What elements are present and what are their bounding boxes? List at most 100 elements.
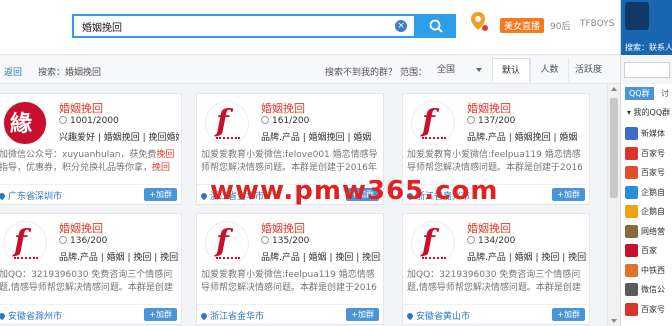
join-group-button[interactable]: +加群 — [144, 308, 177, 321]
search-button[interactable] — [416, 14, 456, 38]
tab-qq-groups[interactable]: QQ群 — [625, 87, 654, 100]
pin-icon — [199, 311, 209, 321]
group-name: 百家号 — [641, 168, 665, 177]
group-list: 新媒体 百家号 百家号 企鹅自 企鹅自 网络营 百家 中铁西 微信公 百家号 — [621, 124, 672, 319]
desc-part: 加微信公众号：xuyuanhulan，获免费 — [0, 150, 157, 160]
tab-discussion[interactable]: 讨 — [661, 88, 669, 99]
group-card[interactable]: f 婚姻挽回 135/200 品牌.产品 | 婚姻 | 挽回 | 挽回婚姻 加爱… — [196, 213, 384, 325]
group-location: 安徽省黄山市 — [405, 309, 470, 322]
pin-icon — [199, 191, 209, 201]
search-icon — [429, 19, 443, 33]
results-scrollbar[interactable] — [607, 84, 620, 326]
back-link[interactable]: 返回 — [4, 65, 22, 78]
search-box[interactable]: × — [72, 14, 416, 38]
avatar[interactable] — [625, 2, 649, 30]
pin-icon — [0, 191, 7, 201]
group-location: 广东省深圳市 — [0, 189, 62, 202]
member-count-value: 1001/2000 — [70, 116, 119, 126]
member-count-value: 134/200 — [478, 236, 516, 246]
group-card[interactable]: f 婚姻挽回 134/200 品牌.产品 | 婚姻 | 挽回 | 挽回婚姻 加Q… — [402, 213, 590, 325]
member-count: 134/200 — [467, 236, 515, 246]
group-description: 加QQ：3219396030 免费咨询三个情感问题,情感导师帮您解决情感问题。本… — [0, 270, 173, 293]
group-avatar — [625, 146, 638, 160]
group-title[interactable]: 婚姻挽回 — [261, 220, 305, 236]
group-avatar: f — [3, 221, 47, 265]
member-count: 135/200 — [261, 236, 309, 246]
list-item[interactable]: 百家号 — [621, 163, 672, 183]
group-avatar: 緣 — [3, 101, 47, 145]
tab-members[interactable]: 人数 — [530, 58, 568, 82]
member-count: 1001/2000 — [59, 116, 119, 126]
group-avatar — [625, 185, 638, 199]
hot-tag-90s[interactable]: 90后 — [550, 19, 570, 32]
group-location: 浙江省金华市 — [199, 309, 264, 322]
join-group-button[interactable]: +加群 — [552, 188, 585, 201]
scroll-up-icon[interactable] — [611, 87, 617, 91]
group-name: 企鹅自 — [641, 187, 665, 197]
member-count: 161/200 — [261, 116, 309, 126]
group-avatar — [625, 127, 638, 140]
group-title[interactable]: 婚姻挽回 — [261, 100, 305, 116]
member-count-value: 137/200 — [478, 116, 516, 126]
group-name: 网络营 — [641, 226, 665, 236]
group-title[interactable]: 婚姻挽回 — [467, 220, 511, 236]
list-item[interactable]: 新媒体 — [621, 124, 672, 144]
user-icon — [467, 116, 475, 124]
search-breadcrumb: 搜索：婚姻挽回 — [38, 68, 102, 78]
group-card[interactable]: 緣 婚姻挽回 1001/2000 兴趣爱好 | 婚姻挽回 | 挽回婚姻 加微信公… — [0, 93, 182, 205]
group-tags: 品牌.产品 | 婚姻 | 挽回 | 挽回婚姻 — [467, 253, 587, 263]
hot-tag-tfboys[interactable]: TFBOYS — [580, 19, 615, 29]
live-badge[interactable]: 美女直播 — [500, 18, 545, 33]
group-description: 加爱爱教育小爱微信:feelpua119 婚恋情感导师帮您解决情感问题。本群是创… — [201, 270, 377, 293]
group-avatar: f — [205, 101, 249, 145]
scroll-thumb[interactable] — [610, 98, 618, 198]
group-name: 百家号 — [641, 304, 665, 314]
scope-select[interactable]: 全国 — [430, 63, 484, 78]
group-name: 新媒体 — [641, 129, 665, 138]
member-count-value: 135/200 — [272, 236, 310, 246]
list-item[interactable]: 微信公 — [621, 280, 672, 300]
pin-icon — [0, 311, 7, 321]
contact-search-label: 搜索：联系人 — [625, 43, 672, 52]
list-item[interactable]: 企鹅自 — [621, 202, 672, 222]
group-tags: 品牌.产品 | 婚姻 | 挽回 | 挽回婚姻 — [59, 253, 179, 263]
list-item[interactable]: 网络营 — [621, 222, 672, 242]
group-title[interactable]: 婚姻挽回 — [59, 220, 103, 236]
group-avatar — [625, 302, 638, 316]
member-count: 136/200 — [59, 236, 107, 246]
group-title[interactable]: 婚姻挽回 — [467, 100, 511, 116]
chevron-down-icon — [476, 68, 482, 72]
join-group-button[interactable]: +加群 — [144, 188, 177, 201]
group-avatar — [625, 205, 638, 218]
join-group-button[interactable]: +加群 — [346, 308, 379, 321]
tab-activity[interactable]: 活跃度 — [568, 58, 608, 82]
list-item[interactable]: 中铁西 — [621, 261, 672, 281]
list-item[interactable]: 百家 — [621, 241, 672, 261]
group-card[interactable]: f 婚姻挽回 136/200 品牌.产品 | 婚姻 | 挽回 | 挽回婚姻 加Q… — [0, 213, 182, 325]
member-count: 137/200 — [467, 116, 515, 126]
join-group-button[interactable]: +加群 — [552, 308, 585, 321]
list-item[interactable]: 企鹅自 — [621, 183, 672, 203]
user-icon — [59, 236, 67, 244]
group-name: 百家号 — [641, 148, 665, 158]
my-groups-header[interactable]: ▾ 我的QQ群 — [627, 107, 670, 118]
search-input[interactable] — [74, 16, 374, 36]
group-description: 加爱爱教育小爱微信:feelpua119 婚恋情感导师帮您解决情感问题。本群是创… — [407, 150, 583, 173]
filter-bar: 返回 搜索：婚姻挽回 搜索不到我的群？ 范围： 全国 默认 人数 活跃度 — [0, 56, 620, 84]
desc-highlight: 挽回 — [152, 163, 171, 173]
location-icon[interactable] — [470, 10, 490, 34]
group-name: 微信公 — [641, 285, 665, 294]
group-title[interactable]: 婚姻挽回 — [59, 100, 103, 116]
panel-header: 搜索：联系人 — [621, 0, 672, 55]
clear-icon[interactable]: × — [395, 20, 407, 32]
group-avatar — [625, 224, 638, 238]
list-item[interactable]: 百家号 — [621, 144, 672, 164]
group-description: 加QQ：3219396030 免费咨询三个情感问题,情感导师帮您解决情感问题。本… — [407, 270, 581, 293]
contact-search-input[interactable] — [624, 62, 670, 78]
scroll-down-icon[interactable] — [611, 319, 617, 323]
panel-search-row — [621, 56, 672, 84]
list-item[interactable]: 百家号 — [621, 300, 672, 320]
not-found-link[interactable]: 搜索不到我的群？ — [325, 65, 397, 78]
tab-default[interactable]: 默认 — [492, 58, 530, 82]
card-footer: 浙江省金华市 +加群 — [197, 304, 383, 324]
